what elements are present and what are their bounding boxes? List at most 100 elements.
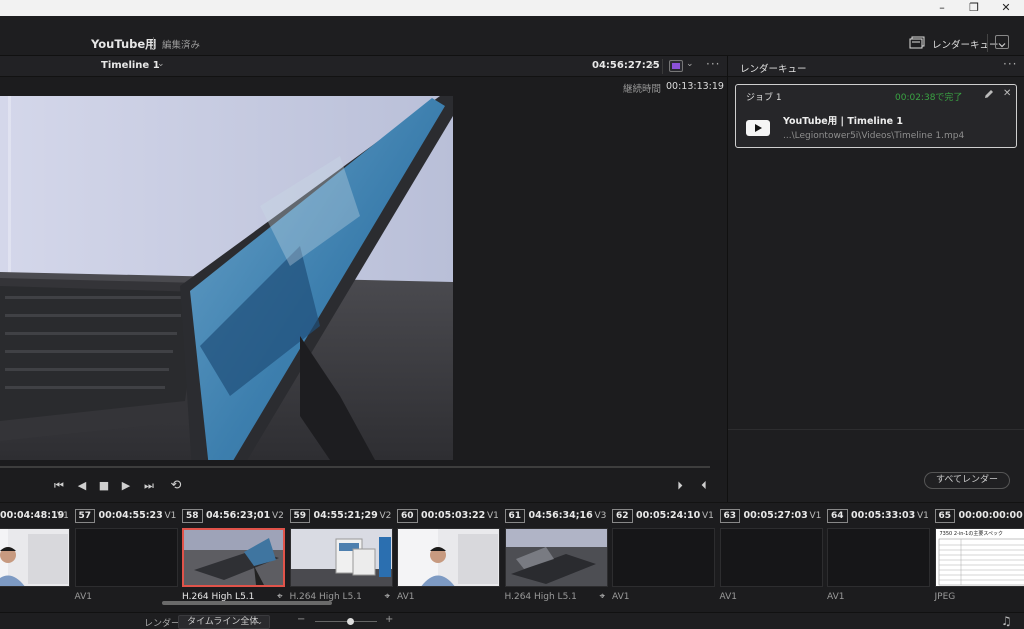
viewer-toolbar: Timeline 1 ⌄ 04:56:27:25 ⌄ ⌄ ···: [0, 56, 727, 77]
clip-thumbnail[interactable]: [289, 528, 393, 587]
clip-timecode: 00:04:55:23: [98, 510, 163, 521]
render-queue-panel: レンダーキュー ··· ジョブ 1 00:02:38で完了 ✕ YouTube用…: [727, 56, 1024, 502]
clip-timecode: 04:56:23;01: [206, 510, 271, 521]
render-queue-header: レンダーキュー ···: [728, 56, 1024, 77]
pencil-icon[interactable]: [983, 88, 995, 100]
zoom-slider-handle[interactable]: [347, 618, 354, 625]
render-job-card[interactable]: ジョブ 1 00:02:38で完了 ✕ YouTube用 | Timeline …: [735, 84, 1017, 148]
clip-number: 61: [504, 509, 526, 523]
clip-codec: AV1: [74, 592, 92, 602]
clip-thumbnail[interactable]: 7350 2-in-1の主要スペック: [934, 528, 1024, 587]
zoom-slider-track[interactable]: [315, 621, 377, 622]
clip-timecode: 00:05:24:10: [636, 510, 701, 521]
clip-timecode: 00:05:27:03: [743, 510, 808, 521]
timeline-name[interactable]: Timeline 1: [101, 60, 160, 71]
close-icon[interactable]: ✕: [1003, 88, 1011, 99]
crosshair-icon: ⌖: [599, 591, 606, 602]
render-queue-icon[interactable]: [909, 36, 925, 49]
clip-track: V2: [379, 511, 392, 521]
render-queue-button[interactable]: レンダーキュー: [932, 37, 999, 51]
more-options-icon[interactable]: ···: [1003, 57, 1017, 71]
title-divider: [153, 37, 154, 49]
transport-controls: ⏮ ◀ ■ ▶ ⏭ ⟲ ⏵ ⏴: [0, 470, 727, 502]
clip-number: 59: [289, 509, 311, 523]
clip-item[interactable]: 59 04:55:21;29 V2 H.264 High L5.1 ⌖: [289, 503, 397, 613]
render-range-select[interactable]: タイムライン全体 ⌄: [178, 615, 270, 629]
zoom-in-icon[interactable]: +: [385, 614, 393, 625]
clip-codec: AV1: [827, 592, 845, 602]
stop-icon[interactable]: ■: [97, 479, 111, 493]
render-all-button[interactable]: すべてレンダー: [924, 472, 1010, 489]
job-time-remaining: 00:02:38で完了: [895, 93, 963, 103]
music-icon[interactable]: ♫: [1001, 614, 1012, 628]
restore-button[interactable]: ❐: [958, 0, 990, 16]
clip-codec: JPEG: [934, 592, 956, 602]
clip-strip-scrollbar[interactable]: [162, 601, 332, 605]
clip-item[interactable]: 60 00:05:03:22 V1 AV1: [397, 503, 504, 613]
os-title-bar: – ❐ ✕: [0, 0, 1024, 16]
previous-frame-icon[interactable]: ⏴: [697, 479, 711, 493]
jump-to-end-icon[interactable]: ⏭: [142, 479, 156, 493]
render-range-value: タイムライン全体: [187, 617, 259, 627]
youtube-icon: [746, 120, 770, 136]
clip-item[interactable]: 65 00:00:00:00 7350 2-in-1の主要スペック JPEG: [934, 503, 1024, 613]
chevron-down-icon[interactable]: ⌄: [157, 59, 165, 69]
clip-track: V3: [594, 511, 607, 521]
project-status: 編集済み: [162, 40, 201, 51]
clip-track: V1: [57, 511, 69, 521]
close-window-button[interactable]: ✕: [990, 0, 1022, 16]
clip-timecode: 04:56:34;16: [528, 510, 593, 521]
jump-to-start-icon[interactable]: ⏮: [52, 479, 66, 493]
clip-thumbnail[interactable]: [0, 528, 70, 587]
next-frame-icon[interactable]: ⏵: [673, 479, 687, 493]
clip-item[interactable]: 62 00:05:24:10 V1 AV1: [612, 503, 719, 613]
render-range-label: レンダー: [144, 619, 181, 629]
clip-doc-title: 7350 2-in-1の主要スペック: [939, 531, 1004, 537]
effects-overlay-icon[interactable]: [669, 60, 683, 72]
clip-strip: 00:04:48:19 V1 57 00:04:55:23 V1 AV1 58 04:56:2…: [0, 502, 1024, 612]
duration-value: 00:13:13:19: [666, 81, 724, 92]
clip-track: V1: [917, 511, 929, 521]
header-dropdown-button[interactable]: [995, 35, 1009, 49]
clip-item[interactable]: 00:04:48:19 V1: [0, 503, 74, 613]
minimize-button[interactable]: –: [926, 0, 958, 16]
chevron-down-icon: [998, 43, 1006, 48]
clip-thumbnail[interactable]: [504, 528, 608, 587]
app-header: YouTube用 編集済み レンダーキュー: [0, 16, 1024, 56]
loop-icon[interactable]: ⟲: [169, 479, 183, 493]
viewer[interactable]: [0, 96, 727, 460]
clip-number: 57: [74, 509, 96, 523]
clip-item[interactable]: 58 04:56:23;01 V2 H.264 High L5.1 ⌖: [182, 503, 289, 613]
viewer-scrubber[interactable]: [0, 466, 710, 468]
clip-track: V1: [702, 511, 714, 521]
clip-codec: AV1: [612, 592, 630, 602]
job-output-path: ...\Legiontower5i\Videos\Timeline 1.mp4: [783, 131, 965, 141]
clip-thumbnail[interactable]: [719, 528, 823, 587]
clip-thumbnail[interactable]: [74, 528, 178, 587]
clip-item[interactable]: 61 04:56:34;16 V3 H.264 High L5.1 ⌖: [504, 503, 612, 613]
viewer-frame: [0, 96, 453, 460]
clip-thumbnail[interactable]: [827, 528, 930, 587]
more-options-icon[interactable]: ···: [706, 57, 720, 71]
crosshair-icon: ⌖: [384, 591, 391, 602]
clip-thumbnail[interactable]: [397, 528, 500, 587]
clip-thumbnail[interactable]: [182, 528, 285, 587]
header-divider: [987, 34, 988, 52]
play-reverse-icon[interactable]: ◀: [75, 479, 89, 493]
project-title: YouTube用: [91, 37, 157, 51]
clip-thumbnail[interactable]: [612, 528, 715, 587]
clip-item[interactable]: 64 00:05:33:03 V1 AV1: [827, 503, 934, 613]
clip-track: V1: [487, 511, 499, 521]
chevron-down-icon[interactable]: ⌄: [686, 59, 694, 69]
play-icon[interactable]: ▶: [119, 479, 133, 493]
clip-codec: AV1: [719, 592, 737, 602]
clip-number: 65: [934, 509, 956, 523]
clip-item[interactable]: 63 00:05:27:03 V1 AV1: [719, 503, 827, 613]
clip-number: 60: [397, 509, 418, 523]
clip-timecode: 04:55:21;29: [313, 510, 378, 521]
clip-timecode: 00:05:03:22: [421, 510, 486, 521]
zoom-out-icon[interactable]: −: [297, 614, 305, 625]
chevron-down-icon: ⌄: [256, 617, 263, 626]
clip-item[interactable]: 57 00:04:55:23 V1 AV1: [74, 503, 182, 613]
chevron-down-icon[interactable]: ⌄: [648, 59, 656, 69]
